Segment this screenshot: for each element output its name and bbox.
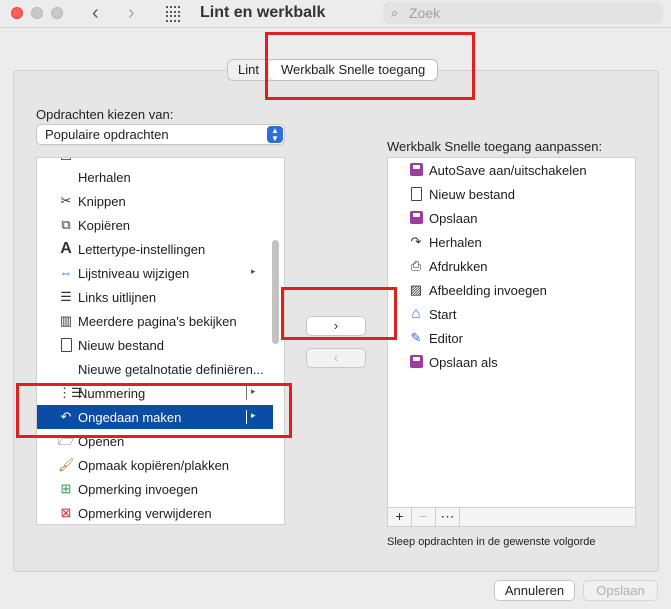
list-item[interactable]: Opslaan xyxy=(388,206,635,230)
more-options-button[interactable]: ⋯ xyxy=(436,508,460,526)
list-item[interactable]: ⋮☰ Nummering ▸ xyxy=(37,381,273,405)
dropdown-value: Populaire opdrachten xyxy=(45,127,169,142)
commands-list[interactable]: ▭ Herhalen ✂ Knippen ⧉ Kopiëren A Letter… xyxy=(36,157,285,525)
folder-icon: 🗁 xyxy=(58,433,75,448)
back-chevron-icon[interactable]: ‹ xyxy=(92,2,99,24)
save-as-icon xyxy=(408,354,424,370)
list-item[interactable]: A Lettertype-instellingen xyxy=(37,237,273,261)
remove-item-button[interactable]: − xyxy=(412,508,436,526)
zoom-window-button[interactable] xyxy=(51,7,63,19)
page-setup-icon: ▭ xyxy=(58,158,74,165)
show-all-grid-icon[interactable] xyxy=(166,6,182,22)
list-item[interactable]: ✂ Knippen xyxy=(37,189,273,213)
list-item[interactable]: ⎙ Afdrukken xyxy=(388,254,635,278)
list-item[interactable]: ⇔ Lijstniveau wijzigen ▸ xyxy=(37,261,273,285)
list-item[interactable]: ▨ Afbeelding invoegen xyxy=(388,278,635,302)
print-icon: ⎙ xyxy=(410,258,422,273)
title-bar: ‹ › Lint en werkbalk ⌕ Zoek xyxy=(0,0,671,28)
list-item[interactable]: Nieuw bestand xyxy=(37,333,273,357)
tab-quick-access-toolbar[interactable]: Werkbalk Snelle toegang xyxy=(268,60,438,80)
drag-hint-text: Sleep opdrachten in de gewenste volgorde xyxy=(387,536,596,548)
list-item[interactable]: 🖌 Opmaak kopiëren/plakken xyxy=(37,453,273,477)
remove-command-button[interactable]: ‹ xyxy=(306,348,366,368)
save-button[interactable]: Opslaan xyxy=(583,580,658,601)
search-icon: ⌕ xyxy=(391,5,399,20)
insert-picture-icon: ▨ xyxy=(409,282,423,297)
list-item[interactable]: AutoSave aan/uitschakelen xyxy=(388,158,635,182)
undo-icon: ↶ xyxy=(60,409,72,424)
tab-switcher: Lint Werkbalk Snelle toegang xyxy=(227,59,439,81)
new-document-icon xyxy=(408,186,424,202)
cancel-button[interactable]: Annuleren xyxy=(494,580,575,601)
minimize-window-button[interactable] xyxy=(31,7,43,19)
list-item[interactable]: ✎ Editor xyxy=(388,326,635,350)
save-icon xyxy=(408,210,424,226)
list-item[interactable]: Nieuw bestand xyxy=(388,182,635,206)
copy-icon: ⧉ xyxy=(61,217,71,232)
list-item[interactable]: ⊠ Opmerking verwijderen xyxy=(37,501,273,524)
list-item[interactable]: Herhalen xyxy=(37,165,273,189)
delete-comment-icon: ⊠ xyxy=(60,505,72,520)
list-level-icon: ⇔ xyxy=(59,265,73,280)
list-item[interactable]: ⌂ Start xyxy=(388,302,635,326)
search-field[interactable]: ⌕ Zoek xyxy=(383,2,663,24)
window-title: Lint en werkbalk xyxy=(200,4,326,21)
add-item-button[interactable]: + xyxy=(388,508,412,526)
list-item[interactable]: ▥ Meerdere pagina's bekijken xyxy=(37,309,273,333)
list-toolbar: + − ⋯ xyxy=(387,508,636,527)
list-item[interactable]: ⊞ Opmerking invoegen xyxy=(37,477,273,501)
add-command-button[interactable]: › xyxy=(306,316,366,336)
dropdown-chevron-icon: ▲ ▼ xyxy=(267,126,283,143)
numbering-icon: ⋮☰ xyxy=(58,385,83,400)
commands-list-scrollbar[interactable] xyxy=(272,240,279,344)
home-icon: ⌂ xyxy=(411,305,421,322)
editor-pen-icon: ✎ xyxy=(410,330,422,345)
autosave-icon xyxy=(408,162,424,178)
submenu-arrow-icon: ▸ xyxy=(251,410,256,420)
toolbar-commands-list[interactable]: AutoSave aan/uitschakelen Nieuw bestand … xyxy=(387,157,636,508)
list-item[interactable]: ↷ Herhalen xyxy=(388,230,635,254)
new-document-icon xyxy=(58,337,74,353)
list-item[interactable]: Opslaan als xyxy=(388,350,635,374)
font-A-icon: A xyxy=(60,240,72,257)
align-left-icon: ☰ xyxy=(60,289,72,304)
customize-toolbar-label: Werkbalk Snelle toegang aanpassen: xyxy=(387,139,603,154)
forward-chevron-icon[interactable]: › xyxy=(128,2,135,24)
list-item-selected[interactable]: ↶ Ongedaan maken ▸ xyxy=(37,405,273,429)
list-item[interactable]: Nieuwe getalnotatie definiëren... xyxy=(37,357,273,381)
close-window-button[interactable] xyxy=(11,7,23,19)
list-item[interactable]: ☰ Links uitlijnen xyxy=(37,285,273,309)
multi-page-icon: ▥ xyxy=(59,313,73,328)
scissors-icon: ✂ xyxy=(60,193,72,208)
choose-commands-label: Opdrachten kiezen van: xyxy=(36,107,174,122)
search-placeholder: Zoek xyxy=(409,5,441,21)
list-item[interactable]: 🗁 Openen xyxy=(37,429,273,453)
tab-lint[interactable]: Lint xyxy=(228,60,269,80)
format-painter-icon: 🖌 xyxy=(58,457,75,472)
submenu-arrow-icon: ▸ xyxy=(251,266,256,276)
commands-source-dropdown[interactable]: Populaire opdrachten ▲ ▼ xyxy=(36,124,285,145)
add-comment-icon: ⊞ xyxy=(60,481,72,496)
list-item[interactable]: ⧉ Kopiëren xyxy=(37,213,273,237)
redo-icon: ↷ xyxy=(410,234,422,249)
submenu-arrow-icon: ▸ xyxy=(251,386,256,396)
